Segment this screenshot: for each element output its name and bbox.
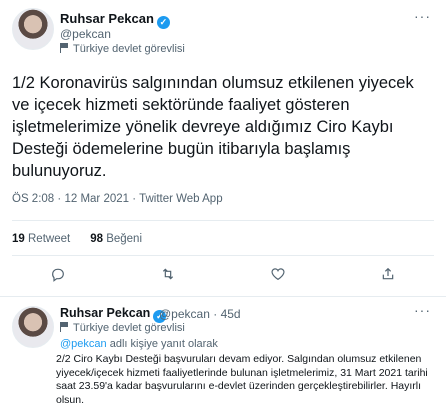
avatar[interactable]	[12, 306, 54, 348]
retweets-count[interactable]: 19	[12, 233, 25, 245]
replying-to: @pekcan adlı kişiye yanıt olarak	[60, 338, 218, 350]
meta-separator: ·	[213, 307, 218, 321]
more-options-icon[interactable]: ···	[414, 302, 431, 318]
likes-count[interactable]: 98	[90, 233, 103, 245]
flag-icon	[60, 322, 69, 332]
divider	[0, 296, 446, 297]
government-label[interactable]: Türkiye devlet görevlisi	[60, 43, 185, 55]
meta-separator: ·	[132, 193, 137, 205]
tweet-stats: 19 Retweet 98 Beğeni	[12, 233, 142, 245]
flag-icon	[60, 43, 69, 53]
likes-stat[interactable]: 98 Beğeni	[90, 233, 142, 245]
reply-age[interactable]: 45d	[221, 307, 241, 321]
government-label-text[interactable]: Türkiye devlet görevlisi	[73, 43, 185, 55]
like-icon[interactable]	[268, 266, 288, 286]
likes-label[interactable]: Beğeni	[106, 233, 142, 245]
share-icon[interactable]	[378, 266, 398, 286]
tweet-date[interactable]: 12 Mar 2021	[64, 193, 129, 205]
reply-icon[interactable]	[48, 266, 68, 286]
tweet-actions	[0, 266, 446, 286]
tweet-time[interactable]: ÖS 2:08	[12, 193, 54, 205]
retweets-stat[interactable]: 19 Retweet	[12, 233, 70, 245]
divider	[12, 255, 434, 256]
retweet-icon[interactable]	[158, 266, 178, 286]
replying-to-suffix: adlı kişiye yanıt olarak	[109, 338, 218, 350]
author-name-text[interactable]: Ruhsar Pekcan	[60, 11, 154, 26]
avatar[interactable]	[12, 8, 54, 50]
reply-handle[interactable]: @pekcan	[159, 307, 210, 321]
reply-author: Ruhsar Pekcan ✓	[60, 306, 167, 323]
tweet-source[interactable]: Twitter Web App	[139, 193, 223, 205]
author-handle[interactable]: @pekcan	[60, 27, 111, 41]
reply-meta: @pekcan · 45d	[159, 307, 241, 321]
tweet-text: 1/2 Koronavirüs salgınından olumsuz etki…	[12, 74, 414, 180]
reply-author-name[interactable]: Ruhsar Pekcan	[60, 306, 150, 320]
replying-to-handle[interactable]: @pekcan	[60, 338, 107, 350]
government-label-text[interactable]: Türkiye devlet görevlisi	[73, 322, 185, 334]
meta-separator: ·	[57, 193, 62, 205]
divider	[12, 220, 434, 221]
reply-text: 2/2 Ciro Kaybı Desteği başvuruları devam…	[56, 353, 428, 406]
retweets-label[interactable]: Retweet	[28, 233, 70, 245]
tweet-meta: ÖS 2:08 · 12 Mar 2021 · Twitter Web App	[12, 193, 223, 205]
government-label[interactable]: Türkiye devlet görevlisi	[60, 322, 185, 334]
verified-badge-icon: ✓	[156, 16, 170, 29]
more-options-icon[interactable]: ···	[414, 8, 431, 24]
